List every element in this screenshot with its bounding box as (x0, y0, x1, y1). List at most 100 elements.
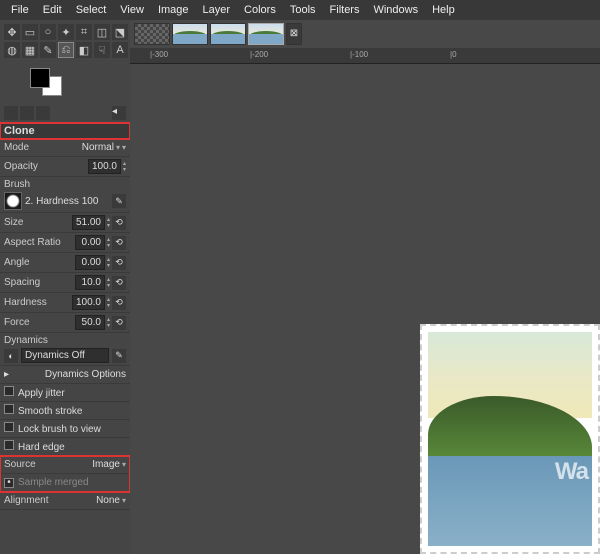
clone-tool-icon[interactable]: ⎌ (58, 42, 74, 58)
mode-label: Mode (4, 142, 29, 153)
eraser-tool-icon[interactable]: ◧ (76, 42, 92, 58)
tool-title: Clone (0, 123, 130, 139)
text-tool-icon[interactable]: A (112, 42, 128, 58)
close-tab-icon[interactable]: ⊠ (286, 23, 302, 45)
ruler-tick: |-300 (150, 50, 168, 59)
toolbox: ✥ ▭ ○ ✦ ⌗ ◫ ⬔ ◍ ▦ ✎ ⎌ ◧ ☟ A ◂ Clone Mode… (0, 20, 130, 510)
tab-tool-options[interactable] (4, 106, 18, 120)
force-label: Force (4, 317, 30, 328)
menu-filters[interactable]: Filters (324, 2, 366, 18)
bucket-tool-icon[interactable]: ◍ (4, 42, 20, 58)
menu-select[interactable]: Select (70, 2, 113, 18)
reset-icon[interactable]: ⟲ (112, 296, 126, 310)
menu-bar: FileEditSelectViewImageLayerColorsToolsF… (0, 0, 600, 20)
jitter-label: Apply jitter (18, 388, 65, 399)
spacing-value[interactable]: 10.0 (75, 275, 105, 290)
source-value[interactable]: Image (92, 459, 120, 470)
brush-edit-icon[interactable]: ✎ (112, 194, 126, 208)
reset-icon[interactable]: ⟲ (112, 276, 126, 290)
menu-file[interactable]: File (5, 2, 35, 18)
tab-device[interactable] (20, 106, 34, 120)
chevron-down-icon[interactable]: ▾ (122, 143, 126, 152)
alignment-value[interactable]: None (96, 495, 120, 506)
mode-value[interactable]: Normal (82, 142, 114, 153)
spinner-icon[interactable]: ▴▾ (107, 217, 110, 229)
smooth-row[interactable]: Smooth stroke (0, 402, 130, 420)
menu-colors[interactable]: Colors (238, 2, 282, 18)
reset-icon[interactable]: ⟲ (112, 216, 126, 230)
chevron-down-icon[interactable]: ▾ (122, 496, 126, 505)
document-thumb[interactable] (134, 23, 170, 45)
tab-images[interactable] (36, 106, 50, 120)
menu-edit[interactable]: Edit (37, 2, 68, 18)
hardness-value[interactable]: 100.0 (72, 295, 105, 310)
hardness-label: Hardness (4, 297, 47, 308)
lock-row[interactable]: Lock brush to view (0, 420, 130, 438)
dynamics-options-row[interactable]: ▸ Dynamics Options (0, 366, 130, 384)
dynamics-label: Dynamics (4, 335, 126, 346)
color-swatches (0, 62, 130, 104)
canvas-area: ⊠ |-300 |-200 |-100 |0 Wa (130, 20, 600, 554)
brush-label: Brush (4, 179, 126, 190)
document-thumb[interactable] (210, 23, 246, 45)
canvas-viewport[interactable]: Wa (130, 64, 600, 554)
sample-merged-row[interactable]: Sample merged (0, 474, 130, 492)
tool-options: Clone Mode Normal ▾ ▾ Opacity 100.0▴▾ Br… (0, 123, 130, 510)
warp-tool-icon[interactable]: ⬔ (112, 24, 128, 40)
ruler-horizontal: |-300 |-200 |-100 |0 (130, 48, 600, 64)
select-tool-icon[interactable]: ▭ (22, 24, 38, 40)
dynamics-icon[interactable]: ◐ (4, 349, 18, 363)
lock-label: Lock brush to view (18, 424, 101, 435)
opacity-label: Opacity (4, 161, 38, 172)
hardedge-row[interactable]: Hard edge (0, 438, 130, 456)
opacity-value[interactable]: 100.0 (88, 159, 121, 174)
lasso-tool-icon[interactable]: ○ (40, 24, 56, 40)
chevron-down-icon[interactable]: ▾ (116, 143, 120, 152)
source-section: Source Image▾ Sample merged (0, 456, 130, 492)
menu-tools[interactable]: Tools (284, 2, 322, 18)
hardness-row: Hardness 100.0▴▾⟲ (0, 293, 130, 313)
smudge-tool-icon[interactable]: ☟ (94, 42, 110, 58)
force-value[interactable]: 50.0 (75, 315, 105, 330)
document-thumb[interactable] (172, 23, 208, 45)
spinner-icon[interactable]: ▴▾ (107, 317, 110, 329)
checkbox-icon (4, 422, 14, 432)
alignment-row: Alignment None▾ (0, 492, 130, 510)
move-tool-icon[interactable]: ✥ (4, 24, 20, 40)
menu-view[interactable]: View (114, 2, 150, 18)
spinner-icon[interactable]: ▴▾ (107, 257, 110, 269)
angle-value[interactable]: 0.00 (75, 255, 105, 270)
spacing-label: Spacing (4, 277, 40, 288)
spinner-icon[interactable]: ▴▾ (107, 297, 110, 309)
sample-merged-label: Sample merged (18, 477, 89, 488)
dynamics-value[interactable]: Dynamics Off (21, 348, 109, 363)
transform-tool-icon[interactable]: ◫ (94, 24, 110, 40)
spinner-icon[interactable]: ▴▾ (107, 277, 110, 289)
reset-icon[interactable]: ⟲ (112, 316, 126, 330)
opacity-row: Opacity 100.0▴▾ (0, 157, 130, 177)
chevron-down-icon[interactable]: ▾ (122, 460, 126, 469)
menu-windows[interactable]: Windows (367, 2, 424, 18)
dock-tabs: ◂ (0, 104, 130, 123)
checkbox-icon (4, 386, 14, 396)
spinner-icon[interactable]: ▴▾ (107, 237, 110, 249)
wand-tool-icon[interactable]: ✦ (58, 24, 74, 40)
spinner-icon[interactable]: ▴▾ (123, 161, 126, 173)
size-value[interactable]: 51.00 (72, 215, 105, 230)
aspect-value[interactable]: 0.00 (75, 235, 105, 250)
watermark-text: Wa (555, 458, 588, 486)
foreground-color[interactable] (30, 68, 50, 88)
document-thumb[interactable] (248, 23, 284, 45)
menu-layer[interactable]: Layer (197, 2, 237, 18)
crop-tool-icon[interactable]: ⌗ (76, 24, 92, 40)
dynamics-edit-icon[interactable]: ✎ (112, 349, 126, 363)
brush-preview[interactable] (4, 192, 22, 210)
gradient-tool-icon[interactable]: ▦ (22, 42, 38, 58)
jitter-row[interactable]: Apply jitter (0, 384, 130, 402)
pencil-tool-icon[interactable]: ✎ (40, 42, 56, 58)
tab-menu-icon[interactable]: ◂ (112, 106, 126, 120)
reset-icon[interactable]: ⟲ (112, 256, 126, 270)
menu-help[interactable]: Help (426, 2, 461, 18)
menu-image[interactable]: Image (152, 2, 195, 18)
reset-icon[interactable]: ⟲ (112, 236, 126, 250)
